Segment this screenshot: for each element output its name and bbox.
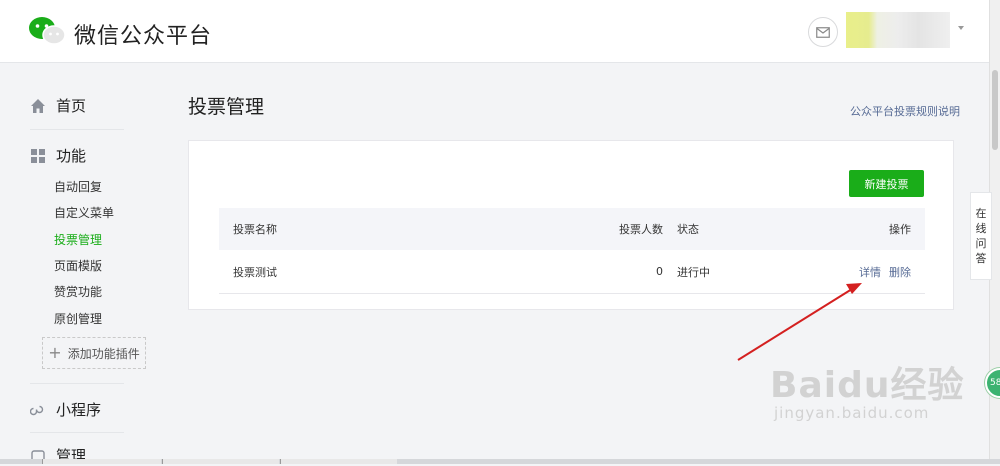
mini-program-icon [30, 405, 44, 415]
wechat-logo-icon[interactable] [28, 16, 66, 46]
table-row: 投票测试 0 进行中 详情 删除 [219, 250, 925, 294]
grid-icon [31, 148, 45, 163]
sidebar-divider [30, 129, 124, 130]
vote-rules-link[interactable]: 公众平台投票规则说明 [850, 103, 960, 119]
column-header-ops: 操作 [889, 223, 911, 236]
baidu-watermark: Baidu经验 jingyan.baidu.com [770, 356, 964, 422]
online-service-button[interactable]: 在 线 问 答 [970, 192, 992, 280]
sidebar-item-original[interactable]: 原创管理 [54, 310, 102, 327]
sidebar-item-home[interactable]: 首页 [30, 95, 86, 116]
vote-name: 投票测试 [233, 265, 277, 279]
row-actions: 详情 删除 [851, 250, 911, 293]
column-header-name: 投票名称 [233, 223, 277, 236]
sidebar-item-page-template[interactable]: 页面模版 [54, 257, 102, 274]
vote-list-panel: 新建投票 投票名称 投票人数 状态 操作 投票测试 0 进行中 详情 删除 [188, 140, 954, 310]
sidebar-item-label: 小程序 [56, 401, 102, 419]
brand-title[interactable]: 微信公众平台 [74, 18, 212, 50]
delete-link[interactable]: 删除 [889, 264, 911, 280]
sidebar-item-label: 功能 [56, 147, 87, 165]
vote-count: 0 [656, 265, 663, 278]
sidebar-item-mini-program[interactable]: 小程序 [30, 399, 101, 420]
chevron-down-icon[interactable] [958, 26, 964, 30]
table-header: 投票名称 投票人数 状态 操作 [219, 208, 925, 250]
floating-badge[interactable]: 58 [985, 368, 1000, 398]
sidebar: 首页 功能 自动回复 自定义菜单 投票管理 页面模版 赞赏功能 原创管理 + 添… [0, 63, 170, 465]
taskbar-tab[interactable] [42, 459, 161, 464]
sidebar-item-appreciation[interactable]: 赞赏功能 [54, 283, 102, 300]
taskbar-tab[interactable] [280, 459, 397, 464]
sidebar-item-features[interactable]: 功能 [30, 145, 86, 166]
home-icon [31, 98, 45, 113]
add-plugin-button[interactable]: + 添加功能插件 [42, 337, 146, 369]
top-bar: 微信公众平台 [0, 0, 990, 63]
new-vote-button[interactable]: 新建投票 [849, 170, 924, 197]
online-service-char: 答 [975, 252, 987, 265]
account-avatar[interactable] [846, 12, 950, 48]
vote-status: 进行中 [677, 265, 710, 279]
sidebar-divider [30, 432, 124, 433]
online-service-char: 问 [975, 237, 987, 250]
sidebar-item-vote-management[interactable]: 投票管理 [54, 231, 102, 248]
online-service-char: 在 [975, 207, 987, 220]
online-service-char: 线 [975, 222, 987, 235]
add-plugin-label: 添加功能插件 [67, 346, 140, 361]
taskbar [0, 459, 1000, 464]
detail-link[interactable]: 详情 [859, 264, 881, 280]
sidebar-item-custom-menu[interactable]: 自定义菜单 [54, 204, 114, 221]
sidebar-item-label: 首页 [56, 97, 87, 115]
mail-button[interactable] [808, 17, 838, 47]
mail-icon [816, 26, 830, 38]
column-header-count: 投票人数 [619, 223, 663, 236]
watermark-main: Baidu经验 [770, 365, 965, 406]
sidebar-item-auto-reply[interactable]: 自动回复 [54, 178, 102, 195]
page-title: 投票管理 [188, 96, 265, 118]
column-header-status: 状态 [677, 223, 699, 236]
scrollbar-thumb[interactable] [992, 70, 998, 150]
plus-icon: + [48, 343, 62, 362]
sidebar-divider [30, 383, 124, 384]
taskbar-tab[interactable] [162, 459, 279, 464]
